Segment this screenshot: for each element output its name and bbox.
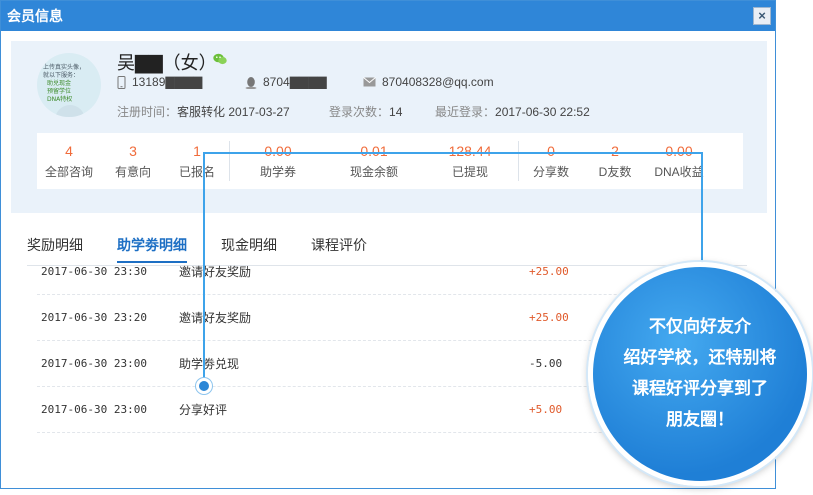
avatar-text-line: DNA特权 xyxy=(47,96,73,103)
item-description: 分享好评 xyxy=(179,403,228,417)
stat-label: DNA收益 xyxy=(654,164,704,179)
item-amount: +25.00 xyxy=(529,311,569,324)
profile-card: 上传真实头像， 就以下服务： 助兑现金 预留学位 DNA特权 吴▇▇（女） 13… xyxy=(11,41,767,213)
tab-rewards[interactable]: 奖励明细 xyxy=(27,235,83,263)
tab-cash[interactable]: 现金明细 xyxy=(221,235,277,263)
item-time: 2017-06-30 23:30 xyxy=(41,265,147,278)
email-contact: 870408328@qq.com xyxy=(363,75,494,89)
member-name: 吴▇▇（女） xyxy=(117,53,217,74)
callout-line: 绍好学校，还特别将 xyxy=(623,348,777,368)
qq-number: 8704▇▇▇▇ xyxy=(263,75,327,89)
tab-course-reviews[interactable]: 课程评价 xyxy=(311,235,367,263)
phone-number: 13189▇▇▇▇ xyxy=(132,75,203,89)
callout-bubble: 不仅向好友介 绍好学校，还特别将 课程好评分享到了 朋友圈！ xyxy=(588,262,812,486)
stat-interested[interactable]: 3 有意向 xyxy=(101,143,165,180)
callout-anchor-dot xyxy=(196,378,212,394)
stat-label: 已报名 xyxy=(178,164,215,179)
phone-icon xyxy=(117,75,126,89)
last-login: 最近登录：2017-06-30 22:52 xyxy=(435,103,590,120)
stat-label: 已提现 xyxy=(451,164,488,179)
stat-label: 全部咨询 xyxy=(44,164,93,179)
stat-value: 128.44 xyxy=(448,142,492,159)
stats-panel: 4 全部咨询 3 有意向 1 已报名 0.00 助学券 0.01 现金余额 128.44 已… xyxy=(37,133,743,189)
login-count-value: 14 xyxy=(389,105,403,119)
stat-label: 现金余额 xyxy=(349,164,398,179)
stat-value: 3 xyxy=(129,142,137,159)
stat-value: 0 xyxy=(547,142,555,159)
stat-label: 分享数 xyxy=(532,164,569,179)
person-silhouette-icon xyxy=(55,105,85,117)
item-amount: +5.00 xyxy=(529,403,563,416)
avatar[interactable]: 上传真实头像， 就以下服务： 助兑现金 预留学位 DNA特权 xyxy=(37,53,101,117)
stat-value: 0.00 xyxy=(264,142,292,159)
stat-cash-balance[interactable]: 0.01 现金余额 xyxy=(326,143,422,180)
callout-line: 课程好评分享到了 xyxy=(632,379,768,399)
dialog-title: 会员信息 xyxy=(7,8,63,24)
item-time: 2017-06-30 23:00 xyxy=(41,403,147,416)
stat-value: 4 xyxy=(65,142,73,159)
item-time: 2017-06-30 23:20 xyxy=(41,311,147,324)
stat-d-friends[interactable]: 2 D友数 xyxy=(583,143,647,180)
qq-icon xyxy=(245,76,257,89)
last-login-label: 最近登录： xyxy=(435,105,496,119)
item-amount: +25.00 xyxy=(529,265,569,278)
login-count: 登录次数：14 xyxy=(329,103,402,120)
register-label: 注册时间： xyxy=(117,105,178,119)
dialog-titlebar: 会员信息 × xyxy=(1,1,775,31)
item-amount: -5.00 xyxy=(529,357,563,370)
stat-enrolled[interactable]: 1 已报名 xyxy=(165,143,229,180)
stat-all-inquiries[interactable]: 4 全部咨询 xyxy=(37,143,101,180)
phone-contact: 13189▇▇▇▇ xyxy=(117,75,202,89)
item-description: 邀请好友奖励 xyxy=(179,311,252,325)
stat-withdrawn[interactable]: 128.44 已提现 xyxy=(422,143,518,180)
stat-dna-earnings[interactable]: 0.00 DNA收益 xyxy=(647,143,711,180)
stat-label: 助学券 xyxy=(259,164,296,179)
stat-label: D友数 xyxy=(598,164,632,179)
close-button[interactable]: × xyxy=(753,7,771,25)
item-description: 邀请好友奖励 xyxy=(179,265,252,279)
register-time: 注册时间：客服转化 2017-03-27 xyxy=(117,103,290,120)
stat-value: 0.01 xyxy=(360,142,388,159)
stat-value: 0.00 xyxy=(665,142,693,159)
stat-label: 有意向 xyxy=(114,164,151,179)
detail-tabs: 奖励明细 助学劵明细 现金明细 课程评价 xyxy=(27,235,367,263)
qq-contact: 8704▇▇▇▇ xyxy=(245,75,327,89)
wechat-icon xyxy=(213,53,227,65)
stat-value: 1 xyxy=(193,142,201,159)
register-value: 客服转化 2017-03-27 xyxy=(177,105,290,119)
login-count-label: 登录次数： xyxy=(329,105,390,119)
last-login-value: 2017-06-30 22:52 xyxy=(495,105,590,119)
item-time: 2017-06-30 23:00 xyxy=(41,357,147,370)
callout-line: 朋友圈！ xyxy=(666,410,734,430)
item-description: 助学劵兑现 xyxy=(179,357,240,371)
stat-value: 2 xyxy=(611,142,619,159)
stat-vouchers[interactable]: 0.00 助学券 xyxy=(230,143,326,180)
callout-line: 不仅向好友介 xyxy=(649,317,751,337)
email-address: 870408328@qq.com xyxy=(382,75,494,89)
mail-icon xyxy=(363,77,376,87)
stat-shares[interactable]: 0 分享数 xyxy=(519,143,583,180)
tab-vouchers[interactable]: 助学劵明细 xyxy=(117,235,187,263)
